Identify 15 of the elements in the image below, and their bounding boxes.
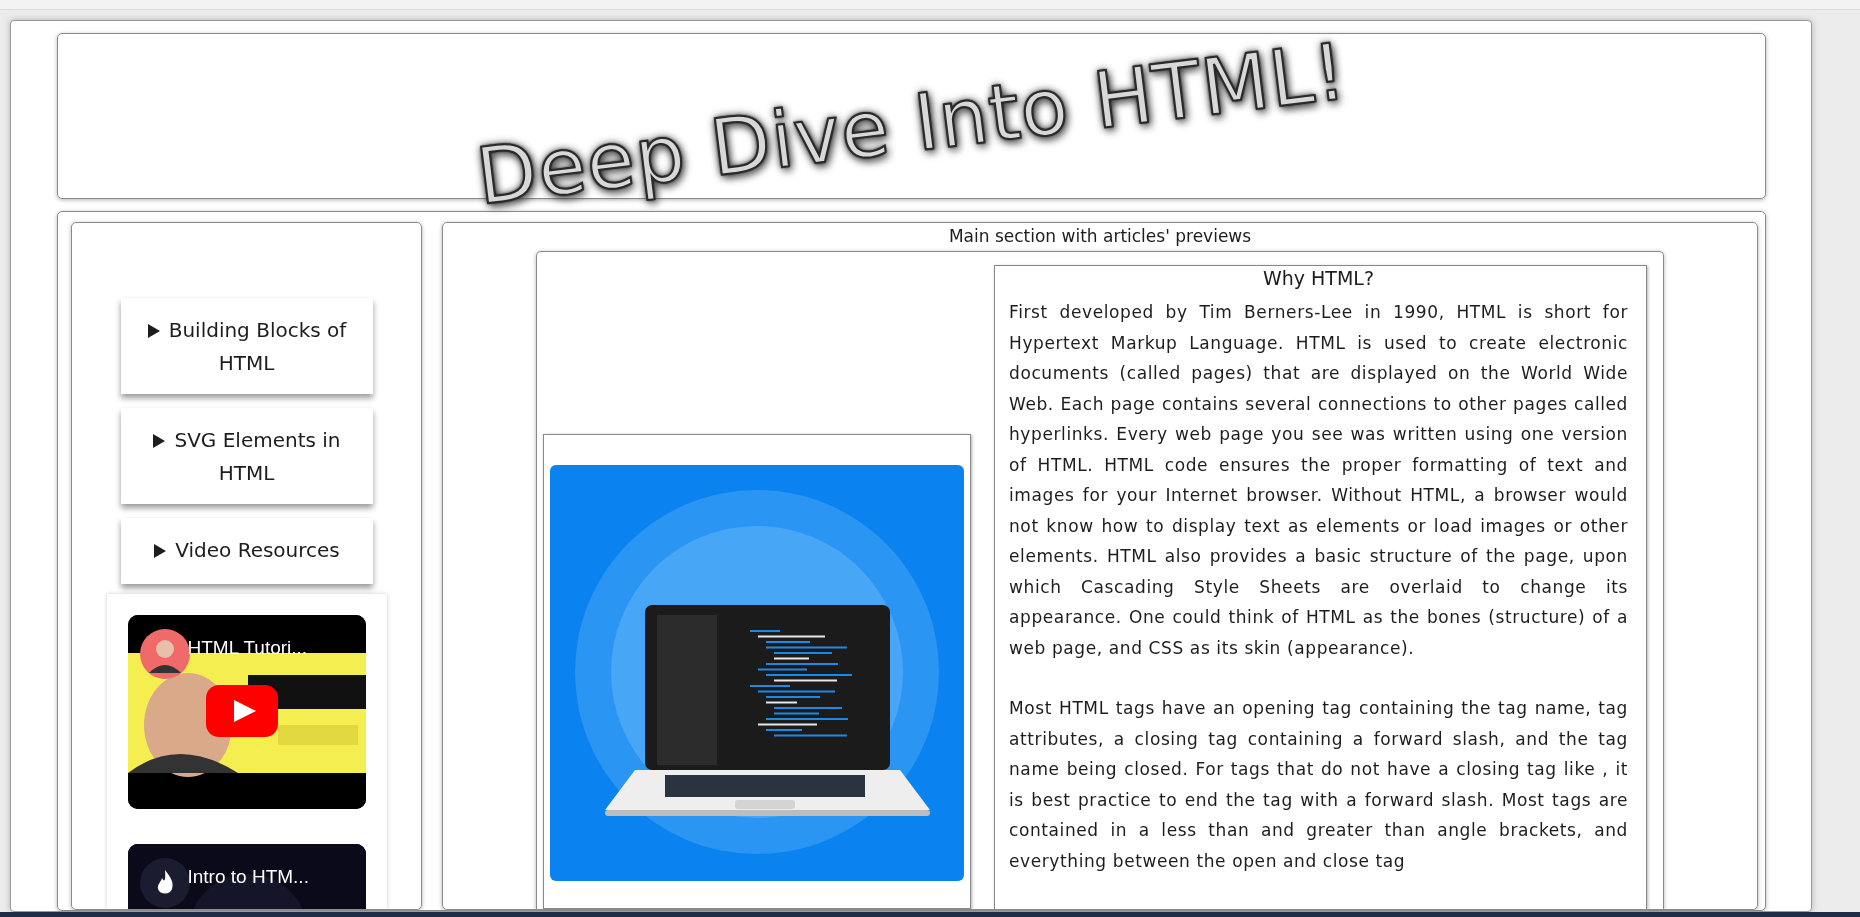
article-paragraph: First developed by Tim Berners-Lee in 1990, HTML is short for Hypertext Markup Language. HTML is used to create electronic documents (called pages) that are displayed on the World Wide Web. Each page contains several connections to other pages called hyperlinks. Every web page you see was written using one version of HTML. HTML code ensures the proper formatting of text and images for your Internet browser. Without HTML, a browser would not know how to display text as elements or load images or other elements. HTML also provides a basic structure of the page, upon which Cascading Style Sheets are overlaid to change its appearance. One could think of HTML as the bones (structure) of a web page, and CSS as its skin (appearance).	[1009, 301, 1628, 660]
sidebar-item[interactable]: Building Blocks of HTML	[120, 298, 373, 394]
avatar-icon[interactable]	[139, 629, 190, 679]
flame-icon[interactable]	[139, 858, 190, 908]
article-paragraph: Most HTML tags have an opening tag containing the tag name, tag attributes, a closing tag containing a forward slash, and the tag name being closed. For tags that do not have a closing tag like , it is best practice to end the tag with a forward slash. Most tags are contained in a less than and greater than angle brackets, and everything between the open and close tag	[1009, 697, 1628, 873]
article-heading: Why HTML?	[1261, 266, 1376, 289]
play-button-icon[interactable]	[205, 685, 278, 737]
section-title: Main section with articles' previews	[948, 225, 1252, 248]
video-title[interactable]: HTML Tutori...	[187, 637, 308, 659]
sidebar-item[interactable]: SVG Elements in HTML	[120, 408, 373, 504]
sidebar-item[interactable]: Video Resources	[120, 518, 373, 584]
page-title: Deep Dive Into HTML!	[471, 26, 1352, 222]
video-thumbnail[interactable]: HTML Tutori...	[127, 615, 366, 809]
video-thumbnail[interactable]: Intro to HTM...	[127, 844, 366, 909]
video-title[interactable]: Intro to HTM...	[187, 866, 309, 888]
